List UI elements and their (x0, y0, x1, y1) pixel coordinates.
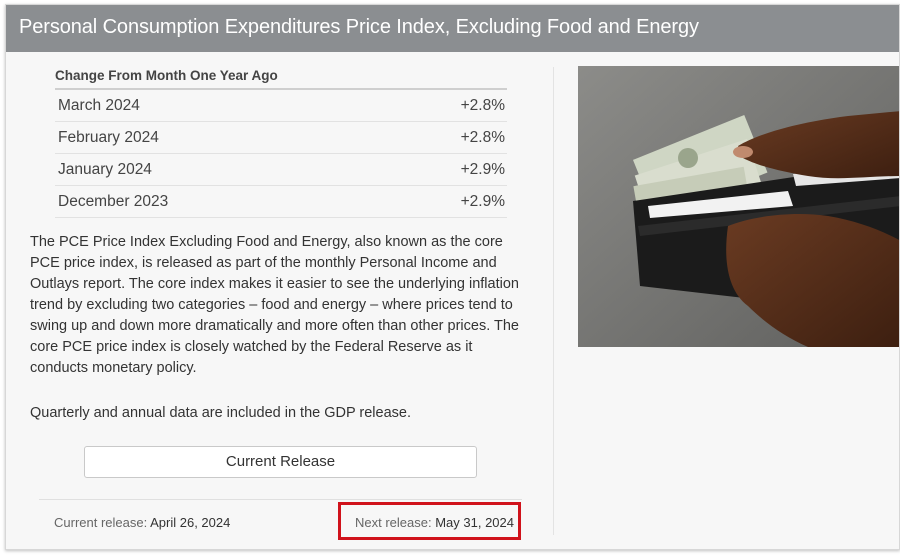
table-row: January 2024 +2.9% (55, 154, 507, 186)
row-value: +2.8% (460, 129, 505, 146)
footer-divider (39, 499, 522, 500)
gdp-note: Quarterly and annual data are included i… (30, 405, 412, 421)
wallet-money-image (578, 66, 899, 347)
row-label: December 2023 (58, 193, 169, 210)
row-value: +2.9% (460, 193, 505, 210)
row-value: +2.9% (460, 161, 505, 178)
column-divider (553, 67, 554, 535)
next-release-date: May 31, 2024 (435, 515, 514, 530)
current-release-label: Current release: (54, 515, 148, 530)
table-row: December 2023 +2.9% (55, 186, 507, 218)
current-release-info: Current release: April 26, 2024 (54, 515, 230, 530)
current-release-button[interactable]: Current Release (84, 446, 477, 478)
row-label: February 2024 (58, 129, 159, 146)
current-release-date: April 26, 2024 (150, 515, 231, 530)
row-value: +2.8% (460, 97, 505, 114)
card-header: Personal Consumption Expenditures Price … (6, 5, 899, 52)
row-label: January 2024 (58, 161, 152, 178)
table-row: March 2024 +2.8% (55, 90, 507, 122)
next-release-label: Next release: (355, 515, 432, 530)
next-release-info: Next release: May 31, 2024 (355, 515, 514, 530)
row-label: March 2024 (58, 97, 140, 114)
table-header: Change From Month One Year Ago (55, 67, 507, 90)
pce-card: Personal Consumption Expenditures Price … (5, 4, 900, 550)
change-table: Change From Month One Year Ago March 202… (55, 67, 507, 218)
table-row: February 2024 +2.8% (55, 122, 507, 154)
wallet-photo (578, 66, 899, 347)
page-title: Personal Consumption Expenditures Price … (19, 16, 699, 38)
description-text: The PCE Price Index Excluding Food and E… (30, 234, 519, 376)
